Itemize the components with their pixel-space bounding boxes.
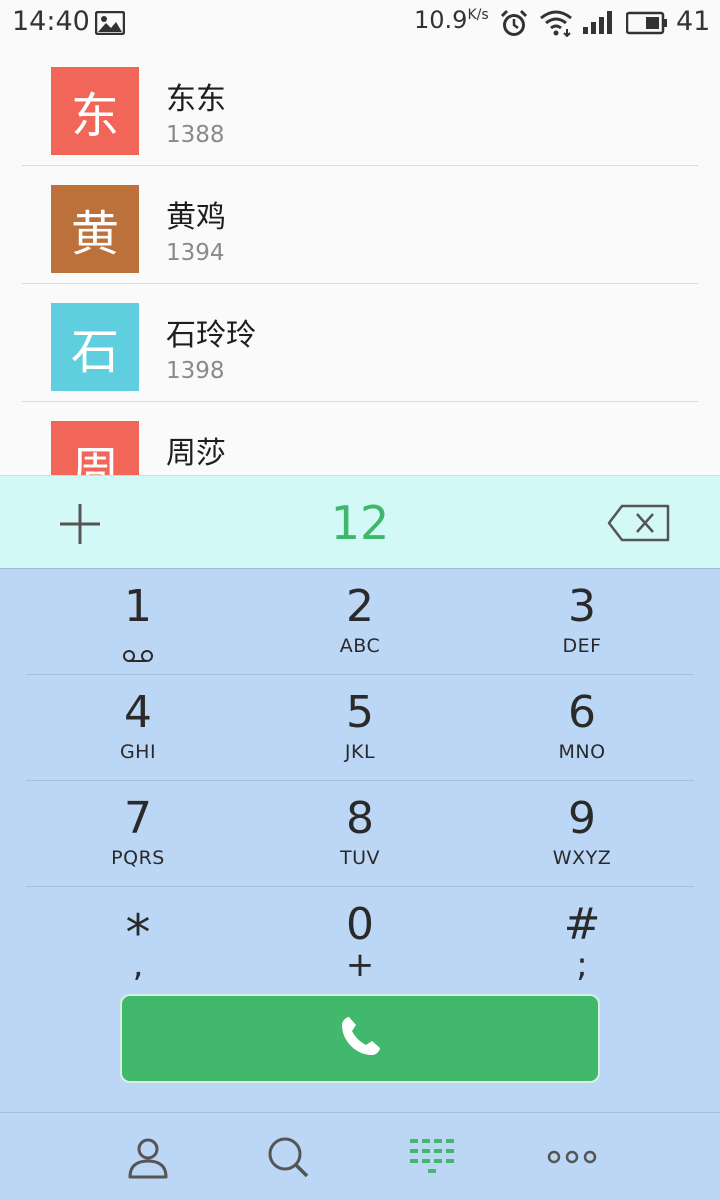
contact-name: 周莎	[166, 436, 226, 471]
keypad: 1 2 ABC 3 DEF 4 GHI 5 JKL 6 MNO 7 PQRS 8	[0, 569, 720, 1112]
key-letters: MNO	[558, 741, 606, 763]
key-digit: #	[563, 899, 601, 950]
contact-name: 东东	[166, 82, 226, 117]
more-icon[interactable]	[512, 1113, 632, 1200]
alarm-icon	[499, 9, 529, 43]
dialer-input-bar: 12	[0, 475, 720, 569]
voicemail-icon	[27, 635, 249, 671]
network-speed-unit: K/s	[467, 7, 489, 23]
avatar: 石	[51, 303, 139, 391]
status-bar: 14:40 10.9K/s 41	[0, 0, 720, 48]
gallery-icon	[94, 10, 126, 39]
contact-name: 黄鸡	[166, 200, 226, 235]
key-digit: 5	[346, 687, 374, 738]
contact-item[interactable]: 周 周莎	[22, 402, 698, 475]
contact-item[interactable]: 黄 黄鸡 1394	[22, 166, 698, 284]
phone-icon	[336, 1013, 384, 1065]
key-6[interactable]: 6 MNO	[471, 675, 693, 780]
key-letters: WXYZ	[552, 847, 612, 869]
bottom-nav	[0, 1112, 720, 1200]
contact-item[interactable]: 东 东东 1388	[22, 48, 698, 166]
avatar: 东	[51, 67, 139, 155]
key-letters: GHI	[119, 741, 157, 763]
backspace-icon[interactable]	[606, 503, 672, 543]
key-digit: 2	[346, 581, 374, 632]
key-sub: ,	[132, 945, 144, 985]
avatar: 黄	[51, 185, 139, 273]
key-sub: ;	[576, 945, 588, 985]
key-letters: ABC	[339, 635, 381, 657]
battery-level: 41	[676, 6, 711, 37]
key-digit: 8	[346, 793, 374, 844]
key-letters: JKL	[344, 741, 376, 763]
contact-number: 1398	[166, 358, 225, 384]
key-5[interactable]: 5 JKL	[249, 675, 471, 780]
key-digit: 0	[346, 899, 374, 950]
battery-icon	[625, 11, 668, 39]
contact-list: 东 东东 1388 黄 黄鸡 1394 石 石玲玲 1398 周 周莎	[0, 48, 720, 475]
key-3[interactable]: 3 DEF	[471, 569, 693, 674]
key-hash[interactable]: # ;	[471, 887, 693, 992]
key-7[interactable]: 7 PQRS	[27, 781, 249, 886]
key-digit: 4	[124, 687, 152, 738]
contact-number: 1394	[166, 240, 225, 266]
search-icon[interactable]	[228, 1113, 348, 1200]
key-2[interactable]: 2 ABC	[249, 569, 471, 674]
contact-item[interactable]: 石 石玲玲 1398	[22, 284, 698, 402]
key-8[interactable]: 8 TUV	[249, 781, 471, 886]
contact-number: 1388	[166, 122, 225, 148]
key-sub: +	[345, 945, 375, 985]
contacts-icon[interactable]	[88, 1113, 208, 1200]
key-digit: 7	[124, 793, 152, 844]
network-speed: 10.9K/s	[414, 6, 489, 34]
signal-icon	[582, 9, 616, 39]
avatar: 周	[51, 421, 139, 475]
key-letters: TUV	[339, 847, 380, 869]
key-9[interactable]: 9 WXYZ	[471, 781, 693, 886]
key-letters: PQRS	[111, 847, 165, 869]
dialpad-icon[interactable]	[372, 1113, 492, 1200]
call-button[interactable]	[120, 994, 600, 1083]
key-1[interactable]: 1	[27, 569, 249, 674]
key-4[interactable]: 4 GHI	[27, 675, 249, 780]
key-letters: DEF	[562, 635, 602, 657]
key-star[interactable]: * ,	[27, 887, 249, 992]
key-digit: 1	[124, 581, 152, 632]
key-0[interactable]: 0 +	[249, 887, 471, 992]
contact-name: 石玲玲	[166, 318, 256, 353]
key-digit: 3	[568, 581, 596, 632]
status-time: 14:40	[12, 6, 90, 37]
key-digit: 6	[568, 687, 596, 738]
key-digit: 9	[568, 793, 596, 844]
wifi-icon	[539, 9, 573, 41]
